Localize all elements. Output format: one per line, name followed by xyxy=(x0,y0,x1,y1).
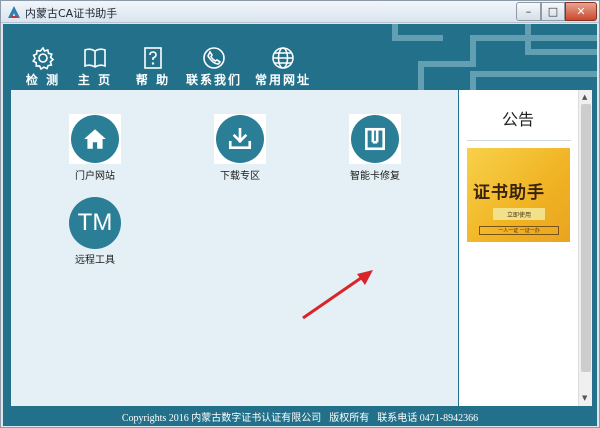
card-repair-glyph xyxy=(365,127,385,151)
rights-text: 版权所有 xyxy=(329,413,370,424)
vertical-scrollbar[interactable]: ▲ ▼ xyxy=(578,90,592,406)
copyright-text: Copyrights 2016 内蒙古数字证书认证有限公司 xyxy=(121,413,322,424)
tile-label: 智能卡修复 xyxy=(350,171,400,182)
top-nav: 检 测 主 页 帮 助 联系我们 常用网址 xyxy=(21,46,319,90)
nav-label: 主 页 xyxy=(77,73,113,87)
nav-label: 检 测 xyxy=(25,73,61,87)
nav-label: 帮 助 xyxy=(135,73,171,87)
tile-remote-tool[interactable]: TM 远程工具 xyxy=(69,197,121,266)
banner-footer: 一人一证 一证一办 xyxy=(479,226,559,235)
tile-icon-frame xyxy=(214,114,266,164)
phone-text: 联系电话 0471-8942366 xyxy=(377,413,479,424)
announcement-panel: 公告 证书助手 立即使用 一人一证 一证一办 ▲ ▼ xyxy=(459,90,592,406)
tile-icon-frame: TM xyxy=(69,197,121,249)
scroll-thumb[interactable] xyxy=(581,104,591,372)
nav-help[interactable]: 帮 助 xyxy=(125,46,181,88)
tile-card-repair[interactable]: 智能卡修复 xyxy=(349,114,401,182)
banner-title: 证书助手 xyxy=(473,183,545,203)
tile-label: 门户网站 xyxy=(75,171,115,182)
minimize-button[interactable]: – xyxy=(516,2,541,21)
tile-label: 下载专区 xyxy=(220,171,260,182)
promo-banner[interactable]: 证书助手 立即使用 一人一证 一证一办 xyxy=(467,148,570,242)
download-icon xyxy=(216,115,264,163)
window-title: 内蒙古CA证书助手 xyxy=(25,7,118,20)
book-icon xyxy=(84,48,106,68)
maximize-button[interactable]: □ xyxy=(541,2,565,21)
download-glyph xyxy=(228,127,252,149)
title-bar[interactable]: 内蒙古CA证书助手 – □ ✕ xyxy=(1,1,599,23)
globe-icon xyxy=(272,47,294,69)
tm-icon-text: TM xyxy=(77,209,113,236)
tile-portal[interactable]: 门户网站 xyxy=(69,114,121,182)
app-body: 检 测 主 页 帮 助 联系我们 常用网址 门户网站 下载专区 智能卡修复 TM… xyxy=(3,24,597,426)
home-glyph xyxy=(84,129,106,149)
nav-links[interactable]: 常用网址 xyxy=(247,46,319,88)
card-repair-icon xyxy=(351,115,399,163)
divider xyxy=(467,140,571,141)
tile-label: 远程工具 xyxy=(75,255,115,266)
scroll-down-icon[interactable]: ▼ xyxy=(582,394,587,402)
tm-icon: TM xyxy=(69,197,121,249)
gear-icon xyxy=(32,46,55,70)
footer: Copyrights 2016 内蒙古数字证书认证有限公司 版权所有 联系电话 … xyxy=(3,407,597,426)
scroll-up-icon[interactable]: ▲ xyxy=(582,93,587,101)
nav-label: 联系我们 xyxy=(185,73,242,87)
nav-home[interactable]: 主 页 xyxy=(65,46,125,88)
nav-contact[interactable]: 联系我们 xyxy=(181,46,247,88)
app-logo-icon xyxy=(8,6,20,18)
tile-icon-frame xyxy=(349,114,401,164)
help-icon xyxy=(144,47,162,69)
main-content: 门户网站 下载专区 智能卡修复 TM 远程工具 xyxy=(11,90,458,406)
home-icon xyxy=(71,115,119,163)
banner-button: 立即使用 xyxy=(493,208,545,220)
nav-detect[interactable]: 检 测 xyxy=(21,46,65,88)
tile-download[interactable]: 下载专区 xyxy=(214,114,266,182)
red-arrow-icon xyxy=(302,270,373,320)
close-button[interactable]: ✕ xyxy=(565,2,597,21)
tile-icon-frame xyxy=(69,114,121,164)
app-window: 内蒙古CA证书助手 – □ ✕ 检 测 主 页 帮 助 联系我们 常用网址 门户… xyxy=(0,0,600,428)
nav-label: 常用网址 xyxy=(254,73,311,87)
phone-icon xyxy=(203,47,225,69)
announcement-title: 公告 xyxy=(501,110,534,129)
